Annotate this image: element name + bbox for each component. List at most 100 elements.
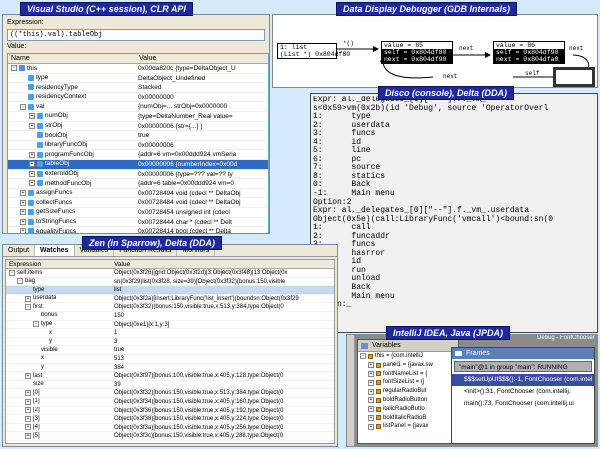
expand-toggle-icon[interactable]: +: [25, 407, 31, 414]
vs-tree-row[interactable]: + numObj {type=DeltaNumber_Real value=: [8, 112, 268, 122]
ij-debug-tab[interactable]: Debug - FontChooser: [537, 335, 595, 341]
expand-toggle-icon[interactable]: +: [368, 370, 374, 377]
vs-tree-row[interactable]: residencyType Stacked: [8, 83, 268, 93]
vs-tree-row[interactable]: + collectFuncs 0x00728484 void (cdecl ** D…: [8, 198, 268, 208]
zen-tree-row[interactable]: bonus 150: [6, 312, 334, 321]
ij-variable-row[interactable]: + fontNameList = {: [358, 370, 458, 379]
expand-toggle-icon[interactable]: +: [25, 372, 31, 379]
expand-toggle-icon[interactable]: -: [17, 278, 23, 285]
vs-expression-input[interactable]: ((*this).val).tableObj: [7, 29, 265, 41]
expand-toggle-icon[interactable]: +: [25, 424, 31, 431]
expand-toggle-icon[interactable]: +: [368, 388, 374, 395]
ij-variable-row[interactable]: + panel1 = {javax.sw: [358, 361, 458, 370]
zen-tree-row[interactable]: x1: [6, 329, 334, 338]
vs-tree-row[interactable]: - this 0x00da820c {type=DeltaObject_U: [8, 64, 268, 74]
expand-toggle-icon[interactable]: -: [20, 103, 26, 110]
expand-toggle-icon[interactable]: +: [25, 295, 31, 302]
vs-tree-row[interactable]: libraryFuncObj 0x00000006: [8, 141, 268, 151]
ij-variable-row[interactable]: + listPanel = {javax: [358, 422, 458, 431]
zen-tree-row[interactable]: y 384: [6, 364, 334, 373]
vs-col-value[interactable]: Value: [136, 54, 156, 63]
ij-variable-row[interactable]: + boldRadioButton: [358, 396, 458, 405]
disco-console-output[interactable]: Expr: al._delegates_[0]["--"].f._vm_ s<0x…: [313, 96, 595, 330]
expand-toggle-icon[interactable]: -: [25, 304, 31, 311]
expand-toggle-icon[interactable]: +: [20, 199, 26, 206]
zen-tree-row[interactable]: + [3] Object(0x3f38)[bonus:150,visible:tru…: [6, 415, 334, 424]
vs-tree-row[interactable]: + programFuncObj {addr=6 vm=0x00ddd924 vmS…: [8, 150, 268, 160]
expand-toggle-icon[interactable]: +: [368, 379, 374, 386]
zen-tree-row[interactable]: - first Object(0x3f32)(bonus:150,visible:t…: [6, 303, 334, 312]
zen-col-value[interactable]: Value: [114, 260, 130, 268]
vs-tree-row[interactable]: + toStringFuncs 0x00728444 char * (cdecl *…: [8, 218, 268, 228]
expand-toggle-icon[interactable]: +: [368, 362, 374, 369]
ddd-node-1[interactable]: value = 85 self = 0x804df80 next = 0x804…: [381, 41, 453, 64]
zen-tree-row[interactable]: x 513: [6, 355, 334, 364]
ij-variables-title[interactable]: Variables: [358, 340, 458, 352]
zen-tab[interactable]: Watches: [35, 245, 75, 256]
expand-toggle-icon[interactable]: +: [25, 390, 31, 397]
zen-tree-row[interactable]: type list: [6, 286, 334, 295]
expand-toggle-icon[interactable]: +: [20, 228, 26, 233]
vs-tree-row[interactable]: + tableObj 0x00000006 {numberIndex=0x00d: [8, 159, 268, 170]
ij-variable-row[interactable]: + italicRadioButto: [358, 405, 458, 414]
ij-variable-row[interactable]: - this = {com.intelliJ: [358, 352, 458, 361]
vs-tree-row[interactable]: + strObj 0x00000006 {str={...} }: [8, 122, 268, 132]
ij-thread-selector[interactable]: "main"@1 in group "main": RUNNING: [454, 361, 592, 372]
zen-tree-row[interactable]: - type Object(0xe1)[x:1,y:3]: [6, 321, 334, 330]
zen-tree-row[interactable]: - self.items Object(0x3f26)[grid:Object(0x…: [6, 269, 334, 278]
expand-toggle-icon[interactable]: +: [29, 170, 35, 177]
zen-tree-row[interactable]: - bag sn(0x3f29)list(0x3f28, size=39)[Obje…: [6, 278, 334, 287]
vs-col-name[interactable]: Name: [8, 54, 136, 63]
vs-row-name: + externIdObj: [8, 170, 136, 179]
expand-toggle-icon[interactable]: +: [29, 122, 35, 129]
zen-col-expression[interactable]: Expression: [6, 260, 114, 268]
expand-toggle-icon[interactable]: +: [368, 414, 374, 421]
zen-tree-row[interactable]: + [5] Object(0x3f3c)[bonus:150,visible:tru…: [6, 432, 334, 441]
ij-variable-row[interactable]: + fontSizeList = {j: [358, 378, 458, 387]
expand-toggle-icon[interactable]: +: [29, 180, 35, 187]
ij-frame-row[interactable]: $$$setUpUI$$$():-1, FontChooser (com.int…: [452, 374, 594, 386]
expand-toggle-icon[interactable]: +: [25, 415, 31, 422]
expand-toggle-icon[interactable]: -: [360, 353, 366, 360]
expand-toggle-icon[interactable]: +: [20, 190, 26, 197]
zen-tree-row[interactable]: + [0] Object(0x3f32)[bonus:150,visible:tru…: [6, 389, 334, 398]
vs-tree-row[interactable]: + getSizeFuncs 0x00728454 unsigned int (cd…: [8, 208, 268, 218]
ij-variable-row[interactable]: + regularRadioBut: [358, 387, 458, 396]
expand-toggle-icon[interactable]: +: [25, 433, 31, 440]
expand-toggle-icon[interactable]: +: [368, 406, 374, 413]
zen-tree-row[interactable]: + userdata Object(0x3f2a)[insert:LibraryFu…: [6, 295, 334, 304]
expand-toggle-icon[interactable]: +: [25, 398, 31, 405]
vs-tree-row[interactable]: + assignFuncs 0x00728494 void (cdecl ** De…: [8, 189, 268, 199]
expand-toggle-icon[interactable]: +: [368, 423, 374, 430]
vs-tree-row[interactable]: + methodFuncObj {addr=6 table=0x00ddd924 v…: [8, 179, 268, 189]
expand-toggle-icon[interactable]: +: [29, 113, 35, 120]
vs-tree-row[interactable]: boolObj true: [8, 131, 268, 141]
ddd-list-box[interactable]: 1: list (List *) 0x804df80: [277, 43, 350, 59]
expand-toggle-icon[interactable]: +: [20, 218, 26, 225]
ij-frame-row[interactable]: <init>():31, FontChooser (com.intellij.: [452, 386, 594, 398]
vs-tree-row[interactable]: type DeltaObject_Undefined: [8, 74, 268, 84]
expand-toggle-icon[interactable]: +: [368, 397, 374, 404]
expand-toggle-icon[interactable]: -: [11, 65, 17, 72]
zen-tree-row[interactable]: + last Object(0x3f97)[bonus:100,visible:tr…: [6, 372, 334, 381]
ij-frame-row[interactable]: main():73, FontChooser (com.intellij.ui: [452, 398, 594, 410]
expand-toggle-icon[interactable]: +: [20, 209, 26, 216]
vs-tree-row[interactable]: + equalityFuncs 0x00728414 bool (cdecl ** …: [8, 227, 268, 233]
ij-frames-title[interactable]: Frames: [452, 348, 594, 359]
zen-tree-row[interactable]: + [1] Object(0x3f34)[bonus:150,visible:tru…: [6, 398, 334, 407]
zen-tree-row[interactable]: y3: [6, 338, 334, 347]
zen-tree-row[interactable]: + [4] Object(0x3f3a)[bonus:150,visible:tru…: [6, 424, 334, 433]
vs-tree-row[interactable]: + externIdObj 0x00000006 {type=??? val=?? …: [8, 170, 268, 180]
expand-toggle-icon[interactable]: -: [9, 269, 15, 276]
ij-variable-row[interactable]: + boldItalicRadioB: [358, 414, 458, 423]
expand-toggle-icon[interactable]: +: [29, 161, 35, 168]
zen-tree-row[interactable]: visible true: [6, 346, 334, 355]
ddd-node-2[interactable]: value = 86 self = 0x804df90 next = 0x804…: [493, 41, 565, 64]
expand-toggle-icon[interactable]: +: [29, 151, 35, 158]
zen-tree-row[interactable]: size 39: [6, 381, 334, 390]
expand-toggle-icon[interactable]: -: [33, 321, 39, 328]
vs-tree-row[interactable]: - val {numObj=... strObj=0x0000000: [8, 102, 268, 112]
zen-tab[interactable]: Output: [3, 245, 36, 256]
vs-tree-row[interactable]: residencyContext 0x00000000: [8, 93, 268, 103]
zen-tree-row[interactable]: + [2] Object(0x3f36)[bonus:150,visible:tru…: [6, 407, 334, 416]
